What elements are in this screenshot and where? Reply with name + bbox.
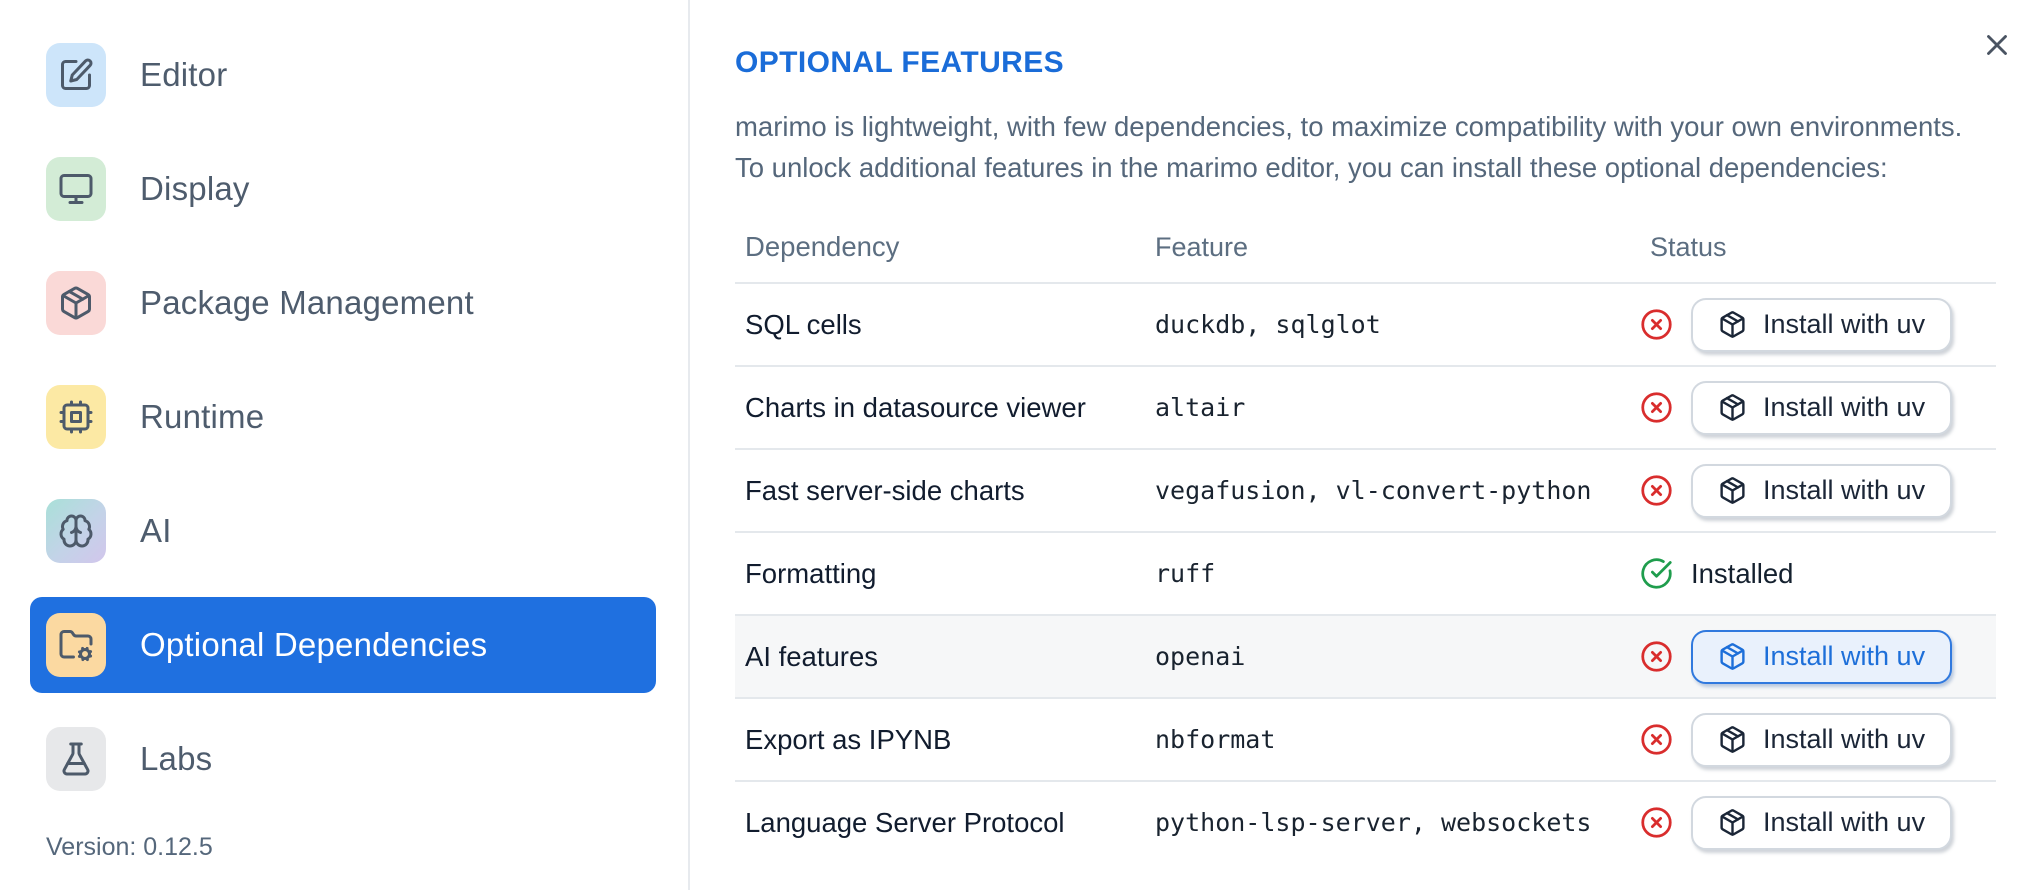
close-icon[interactable] (1974, 22, 2020, 68)
dependency-cell: Fast server-side charts (745, 474, 1025, 506)
installed-label: Installed (1691, 557, 1794, 589)
sidebar-item-label: Editor (140, 56, 228, 93)
dependency-cell: AI features (745, 640, 878, 672)
feature-cell: nbformat (1155, 725, 1276, 754)
page-title: OPTIONAL FEATURES (735, 46, 1065, 79)
dependency-cell: Formatting (745, 557, 877, 589)
sidebar-item-label: Package Management (140, 284, 474, 321)
table-row: SQL cells duckdb, sqlglot Install with u… (735, 282, 1996, 365)
table-row: Export as IPYNB nbformat Install with uv (735, 697, 1996, 780)
dependency-cell: Export as IPYNB (745, 723, 952, 755)
sidebar-item-label: Labs (140, 740, 213, 777)
optional-features-panel: OPTIONAL FEATURES marimo is lightweight,… (690, 0, 2042, 890)
package-icon (1718, 725, 1747, 754)
sidebar-item-display[interactable]: Display (30, 141, 656, 237)
table-row: Formatting ruff Installed (735, 531, 1996, 614)
brain-icon (46, 499, 106, 563)
dependency-cell: Language Server Protocol (745, 806, 1065, 838)
column-header-status: Status (1650, 231, 1727, 262)
package-icon (46, 271, 106, 335)
install-button-label: Install with uv (1763, 724, 1926, 754)
install-with-uv-button[interactable]: Install with uv (1691, 712, 1953, 767)
install-with-uv-button[interactable]: Install with uv (1691, 463, 1953, 518)
install-button-label: Install with uv (1763, 807, 1926, 837)
description-line-2: To unlock additional features in the mar… (735, 152, 1888, 183)
status-missing-icon (1640, 474, 1673, 507)
install-with-uv-button[interactable]: Install with uv (1691, 297, 1953, 352)
dependencies-table: Dependency Feature Status SQL cells duck… (735, 212, 1996, 863)
status-missing-icon (1640, 640, 1673, 673)
sidebar-item-editor[interactable]: Editor (30, 27, 656, 123)
status-cell: Install with uv (1640, 795, 1996, 850)
sidebar-item-label: Runtime (140, 398, 265, 435)
dependency-cell: SQL cells (745, 308, 862, 340)
flask-icon (46, 727, 106, 791)
status-cell: Install with uv (1640, 380, 1996, 435)
status-cell: Install with uv (1640, 712, 1996, 767)
install-button-label: Install with uv (1763, 475, 1926, 505)
install-button-label: Install with uv (1763, 392, 1926, 422)
feature-cell: ruff (1155, 559, 1216, 588)
cpu-icon (46, 385, 106, 449)
version-label: Version: 0.12.5 (46, 833, 213, 861)
monitor-icon (46, 157, 106, 221)
feature-cell: vegafusion, vl-convert-python (1155, 476, 1592, 505)
feature-cell: python-lsp-server, websockets (1155, 808, 1592, 837)
sidebar-item-runtime[interactable]: Runtime (30, 369, 656, 465)
install-with-uv-button[interactable]: Install with uv (1691, 629, 1953, 684)
square-pen-icon (46, 43, 106, 107)
status-missing-icon (1640, 308, 1673, 341)
sidebar-item-package-management[interactable]: Package Management (30, 255, 656, 351)
status-cell: Installed (1640, 557, 1996, 590)
package-icon (1718, 808, 1747, 837)
table-row: Language Server Protocol python-lsp-serv… (735, 780, 1996, 863)
feature-cell: duckdb, sqlglot (1155, 310, 1381, 339)
settings-sidebar: Editor Display Package Management Runtim… (0, 0, 690, 890)
status-missing-icon (1640, 723, 1673, 756)
sidebar-item-label: Optional Dependencies (140, 626, 488, 663)
column-header-feature: Feature (1155, 231, 1249, 262)
table-row: Fast server-side charts vegafusion, vl-c… (735, 448, 1996, 531)
package-icon (1718, 310, 1747, 339)
install-button-label: Install with uv (1763, 309, 1926, 339)
package-icon (1718, 476, 1747, 505)
table-header-row: Dependency Feature Status (735, 212, 1996, 282)
status-installed-icon (1640, 557, 1673, 590)
folder-cog-icon (46, 613, 106, 677)
package-icon (1718, 393, 1747, 422)
sidebar-item-label: Display (140, 170, 250, 207)
feature-cell: altair (1155, 393, 1246, 422)
feature-cell: openai (1155, 642, 1246, 671)
package-icon (1718, 642, 1747, 671)
column-header-dependency: Dependency (745, 231, 900, 262)
sidebar-item-label: AI (140, 512, 172, 549)
status-cell: Install with uv (1640, 297, 1996, 352)
install-with-uv-button[interactable]: Install with uv (1691, 795, 1953, 850)
status-missing-icon (1640, 391, 1673, 424)
sidebar-item-ai[interactable]: AI (30, 483, 656, 579)
table-row: Charts in datasource viewer altair Insta… (735, 365, 1996, 448)
dependency-cell: Charts in datasource viewer (745, 391, 1086, 423)
panel-description: marimo is lightweight, with few dependen… (735, 106, 1996, 188)
table-row: AI features openai Install with uv (735, 614, 1996, 697)
sidebar-item-optional-dependencies[interactable]: Optional Dependencies (30, 597, 656, 693)
status-missing-icon (1640, 806, 1673, 839)
description-line-1: marimo is lightweight, with few dependen… (735, 111, 1963, 142)
status-cell: Install with uv (1640, 629, 1996, 684)
install-with-uv-button[interactable]: Install with uv (1691, 380, 1953, 435)
install-button-label: Install with uv (1763, 641, 1926, 671)
status-cell: Install with uv (1640, 463, 1996, 518)
sidebar-item-labs[interactable]: Labs (30, 711, 656, 807)
